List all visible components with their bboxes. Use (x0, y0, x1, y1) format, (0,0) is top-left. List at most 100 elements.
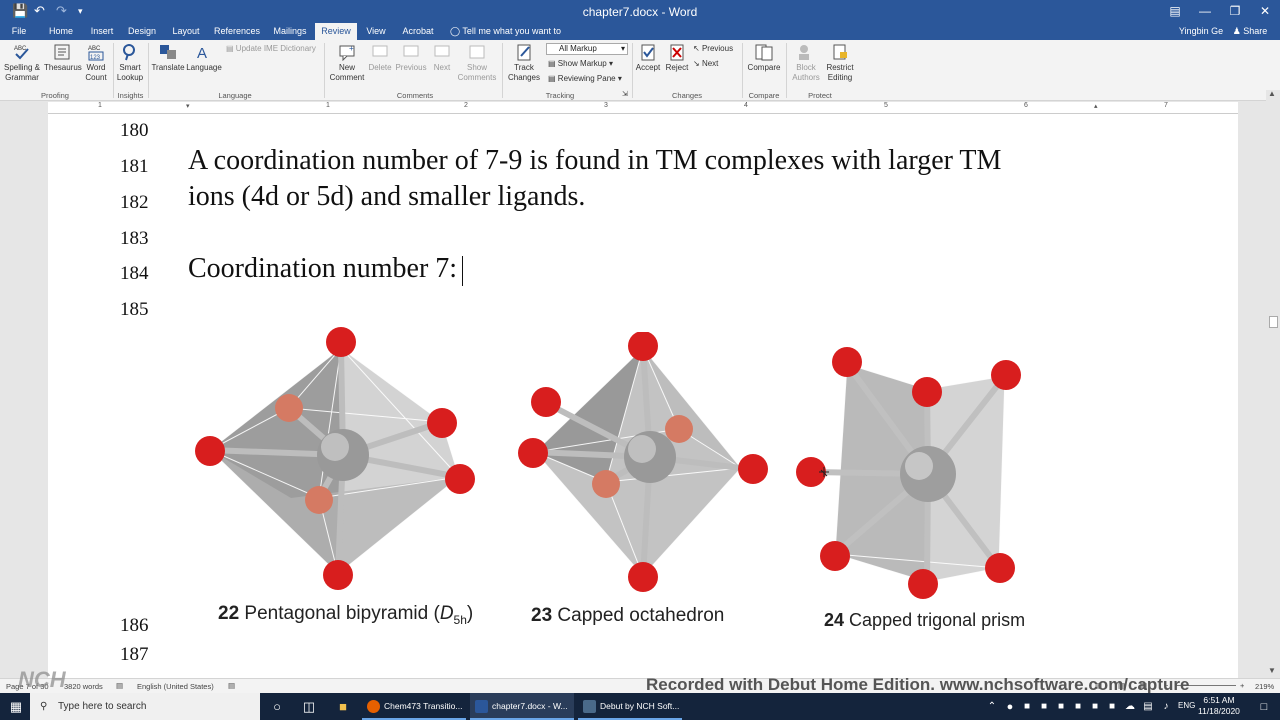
show-comments-button[interactable]: Show Comments (456, 43, 498, 83)
file-explorer-icon[interactable]: ■ (333, 697, 353, 717)
language-button[interactable]: A Language (186, 43, 222, 73)
restore-button[interactable]: ❐ (1220, 0, 1250, 23)
capped-octahedron-figure[interactable] (513, 332, 783, 592)
scroll-down-icon[interactable]: ▼ (1268, 666, 1276, 675)
pentagonal-bipyramid-figure[interactable] (188, 320, 498, 595)
reviewing-pane-button[interactable]: ▤ Reviewing Pane ▾ (548, 74, 622, 83)
markup-display-select[interactable]: All Markup ▾ (546, 43, 628, 55)
taskbar-app-word[interactable]: chapter7.docx - W... (470, 693, 574, 720)
translate-button[interactable]: Translate (150, 43, 186, 73)
capped-trigonal-prism-figure[interactable] (793, 346, 1043, 606)
zoom-in-icon[interactable]: + (1240, 681, 1244, 690)
network-icon[interactable]: ▤ (1138, 697, 1158, 717)
ruler-number: 2 (464, 102, 468, 109)
tracking-options-launcher-icon[interactable]: ⇲ (622, 90, 628, 98)
thesaurus-icon (54, 44, 70, 60)
customize-toolbar-icon[interactable]: ▾ (78, 6, 83, 17)
user-name[interactable]: Yingbin Ge (1176, 23, 1226, 40)
next-change-button[interactable]: ↘ Next (693, 59, 718, 68)
system-clock[interactable]: 6:51 AM 11/18/2020 (1198, 695, 1240, 717)
input-language[interactable]: ENG (1178, 701, 1195, 710)
scroll-up-icon[interactable]: ▲ (1268, 89, 1276, 98)
proofing-status-icon[interactable]: ▤ (116, 681, 123, 690)
document-page[interactable]: 180 181 182 183 184 185 186 187 A coordi… (48, 114, 1238, 678)
language-status[interactable]: English (United States) (137, 682, 214, 691)
tab-mailings[interactable]: Mailings (269, 23, 311, 40)
person-icon: ♟ (1232, 26, 1241, 36)
block-authors-button[interactable]: Block Authors (788, 43, 824, 83)
update-ime-dictionary-button[interactable]: ▤ Update IME Dictionary (226, 44, 316, 53)
notifications-icon[interactable]: □ (1254, 697, 1274, 717)
tracking-group-label: Tracking (545, 91, 575, 100)
ruler-right-indent-marker[interactable]: ▴ (1094, 102, 1098, 110)
delete-comment-icon (372, 45, 388, 57)
search-icon: ⚲ (40, 701, 48, 712)
word-count-button[interactable]: ABC 123 Word Count (82, 43, 110, 83)
delete-comment-button[interactable]: Delete (366, 43, 394, 73)
onedrive-icon[interactable]: ☁ (1120, 697, 1140, 717)
show-hidden-icons-icon[interactable]: ⌃ (982, 697, 1002, 717)
tab-view[interactable]: View (362, 23, 390, 40)
tab-acrobat[interactable]: Acrobat (398, 23, 438, 40)
zoom-level[interactable]: 219% (1255, 682, 1274, 691)
compare-button[interactable]: Compare (744, 43, 784, 73)
accept-button[interactable]: Accept (634, 43, 662, 73)
tab-layout[interactable]: Layout (167, 23, 205, 40)
redo-icon[interactable]: ↷ (56, 3, 67, 19)
next-comment-button[interactable]: Next (428, 43, 456, 73)
paragraph-line[interactable]: A coordination number of 7-9 is found in… (188, 145, 1001, 177)
tab-review[interactable]: Review (315, 23, 357, 40)
tab-design[interactable]: Design (124, 23, 160, 40)
save-icon[interactable]: 💾 (12, 3, 28, 19)
minimize-button[interactable]: — (1190, 0, 1220, 23)
line-number: 184 (120, 263, 149, 284)
tab-home[interactable]: Home (45, 23, 77, 40)
svg-text:123: 123 (90, 55, 101, 61)
lightbulb-icon: ◯ (450, 26, 461, 36)
macro-recording-icon[interactable]: ▤ (228, 681, 235, 690)
taskbar-app-debut[interactable]: Debut by NCH Soft... (578, 693, 682, 720)
share-button[interactable]: ♟ Share (1230, 23, 1270, 40)
volume-icon[interactable]: ♪ (1156, 697, 1176, 717)
scroll-thumb[interactable] (1269, 316, 1278, 328)
smart-lookup-button[interactable]: Smart Lookup (115, 43, 145, 83)
taskbar-app-firefox[interactable]: Chem473 Transitio... (362, 693, 466, 720)
tab-insert[interactable]: Insert (86, 23, 118, 40)
tab-file[interactable]: File (6, 23, 32, 40)
tell-me-box[interactable]: ◯ Tell me what you want to do... (450, 23, 570, 52)
new-comment-button[interactable]: + New Comment (328, 43, 366, 83)
ruler-indent-marker[interactable]: ▾ (186, 102, 190, 110)
horizontal-ruler[interactable]: ▾ 1 1 2 3 4 5 6 7 ▴ (48, 102, 1238, 114)
spelling-grammar-button[interactable]: ABC Spelling & Grammar (3, 43, 41, 83)
ribbon-tabs: File Home Insert Design Layout Reference… (0, 23, 1280, 52)
undo-icon[interactable]: ↶ (34, 3, 45, 19)
reject-button[interactable]: Reject (664, 43, 690, 73)
search-icon (123, 44, 135, 61)
windows-start-icon[interactable]: ▦ (6, 697, 26, 717)
task-view-icon[interactable]: ◫ (299, 697, 319, 717)
track-changes-button[interactable]: Track Changes (504, 43, 544, 83)
ribbon-display-options-icon[interactable]: ▤ (1160, 0, 1190, 23)
tab-references[interactable]: References (211, 23, 263, 40)
show-markup-button[interactable]: ▤ Show Markup ▾ (548, 59, 613, 68)
close-button[interactable]: ✕ (1250, 0, 1280, 23)
thesaurus-button[interactable]: Thesaurus (44, 43, 82, 73)
block-authors-icon (799, 45, 809, 60)
separator (502, 43, 503, 98)
previous-comment-icon (403, 45, 419, 57)
vertical-scrollbar[interactable]: ▲ ▼ (1266, 89, 1280, 678)
previous-change-button[interactable]: ↖ Previous (693, 44, 733, 53)
ruler-number: 6 (1024, 102, 1028, 109)
taskbar-search-box[interactable]: ⚲ Type here to search (30, 693, 260, 720)
insights-group-label: Insights (117, 91, 144, 100)
paragraph-line[interactable]: ions (4d or 5d) and smaller ligands. (188, 181, 585, 213)
line-number: 183 (120, 228, 149, 249)
restrict-editing-button[interactable]: Restrict Editing (824, 43, 856, 83)
previous-comment-button[interactable]: Previous (394, 43, 428, 73)
title-bar: 💾 ↶ ↷ ▾ chapter7.docx - Word ▤ — ❐ ✕ (0, 0, 1280, 23)
separator (632, 43, 633, 98)
heading-line[interactable]: Coordination number 7: (188, 253, 457, 285)
tray-icon[interactable]: ■ (1102, 697, 1122, 717)
cortana-icon[interactable]: ○ (267, 697, 287, 717)
share-label: Share (1243, 26, 1268, 36)
